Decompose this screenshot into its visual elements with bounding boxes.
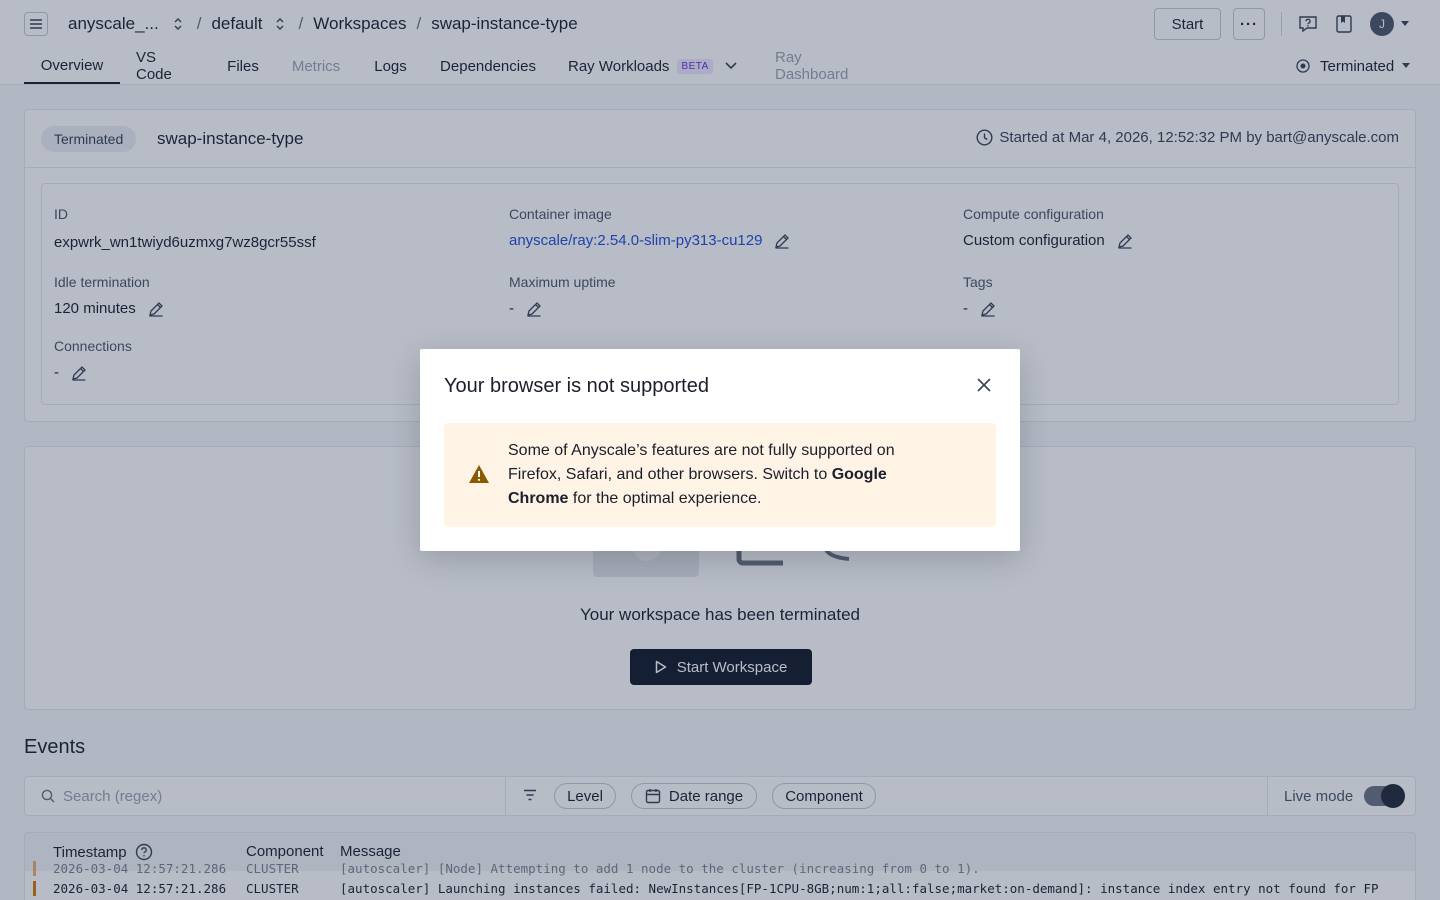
close-button[interactable] <box>974 375 994 395</box>
browser-not-supported-dialog: Your browser is not supported Some of An… <box>420 349 1020 551</box>
dialog-title: Your browser is not supported <box>444 375 709 397</box>
browser-warning-alert: Some of Anyscale’s features are not full… <box>444 423 996 527</box>
alert-message-suffix: for the optimal experience. <box>568 490 762 507</box>
warning-icon <box>468 464 490 484</box>
alert-message: Some of Anyscale’s features are not full… <box>508 439 948 511</box>
close-icon <box>977 378 991 392</box>
